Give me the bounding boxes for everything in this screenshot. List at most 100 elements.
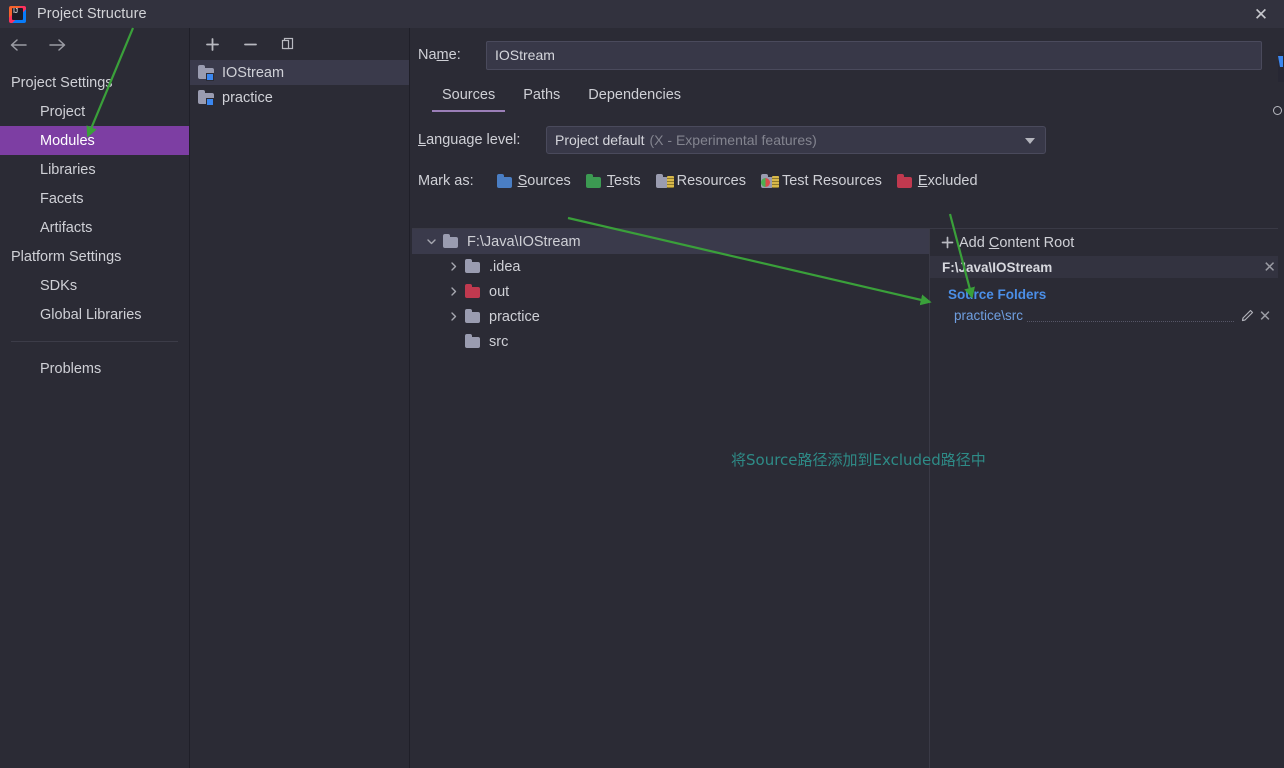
- tree-row[interactable]: .idea: [412, 254, 929, 279]
- tree-row-label: F:\Java\IOStream: [467, 233, 581, 250]
- content-roots-panel: Add Content Root F:\Java\IOStream close-…: [930, 228, 1284, 768]
- sidebar-item-sdks[interactable]: SDKs: [0, 271, 189, 300]
- pencil-icon[interactable]: [1238, 309, 1256, 322]
- sidebar-group-project-settings: Project Settings: [0, 68, 189, 97]
- arrow-right-icon[interactable]: [46, 34, 68, 56]
- chevron-right-icon[interactable]: [442, 261, 464, 272]
- sidebar-item-label: Artifacts: [40, 219, 93, 236]
- background-circle-icon: [1273, 106, 1282, 115]
- tab-label: Dependencies: [588, 87, 682, 103]
- sidebar-item-global-libraries[interactable]: Global Libraries: [0, 300, 189, 329]
- language-level-hint: (X - Experimental features): [649, 132, 817, 148]
- mark-as-test-resources-button[interactable]: Test Resources: [760, 173, 882, 189]
- mark-as-sources-button[interactable]: Sources: [496, 173, 571, 189]
- folder-icon: [464, 259, 483, 274]
- source-folder-path: practice\src: [954, 308, 1024, 323]
- content-root-path: F:\Java\IOStream: [942, 259, 1053, 275]
- sidebar-item-artifacts[interactable]: Artifacts: [0, 213, 189, 242]
- mark-as-excluded-button[interactable]: Excluded: [896, 173, 978, 189]
- window-title: Project Structure: [37, 6, 147, 22]
- title-bar: Project Structure ✕: [0, 0, 1284, 28]
- module-folder-icon: [198, 65, 215, 81]
- tree-row-label: src: [489, 333, 509, 350]
- sidebar-item-label: SDKs: [40, 277, 78, 294]
- add-content-root-label: Add Content Root: [959, 234, 1075, 251]
- sidebar-item-label: Global Libraries: [40, 306, 142, 323]
- add-content-root-button[interactable]: Add Content Root: [930, 229, 1284, 256]
- tree-row[interactable]: practice: [412, 304, 929, 329]
- modules-toolbar: [190, 28, 409, 60]
- module-tabs: Sources Paths Dependencies: [410, 77, 1284, 112]
- language-level-row: Language level: Project default (X - Exp…: [410, 120, 1284, 160]
- mark-option-label: Tests: [606, 173, 641, 189]
- chevron-down-icon[interactable]: [420, 236, 442, 247]
- module-label: IOStream: [222, 64, 285, 81]
- remove-source-folder-button[interactable]: ✕: [1256, 307, 1274, 325]
- module-name-row: Name:: [410, 33, 1284, 77]
- chevron-right-icon[interactable]: [442, 311, 464, 322]
- name-label: Name:: [418, 47, 461, 63]
- sidebar-item-label: Project: [40, 103, 86, 120]
- tab-dependencies[interactable]: Dependencies: [574, 80, 695, 110]
- content-tree: F:\Java\IOStream .idea out practice src: [412, 228, 930, 768]
- intellij-idea-logo-icon: [9, 5, 26, 23]
- settings-sidebar: Project Settings Project Modules Librari…: [0, 28, 190, 768]
- folder-icon: [464, 334, 483, 349]
- source-folders-header: Source Folders: [948, 287, 1047, 302]
- tab-label: Paths: [523, 87, 561, 103]
- folder-blue-icon: [496, 173, 515, 189]
- mark-as-label: Mark as:: [418, 173, 474, 189]
- arrow-left-icon[interactable]: [8, 34, 30, 56]
- background-window-edge: [1278, 28, 1284, 768]
- source-folder-row[interactable]: practice\src ✕: [930, 304, 1284, 327]
- mark-option-label: Sources: [517, 173, 571, 189]
- mark-option-label: Excluded: [917, 173, 978, 189]
- project-structure-dialog: Project Structure ✕ Project Settings Pro…: [0, 0, 1284, 768]
- tree-row[interactable]: F:\Java\IOStream: [412, 229, 929, 254]
- modules-list-panel: IOStream practice: [190, 28, 410, 768]
- sidebar-item-libraries[interactable]: Libraries: [0, 155, 189, 184]
- add-module-button[interactable]: [202, 34, 222, 54]
- tree-row[interactable]: out: [412, 279, 929, 304]
- mark-option-label: Resources: [676, 173, 746, 189]
- module-editor-panel: Name: Sources Paths Dependencies Languag…: [410, 28, 1284, 768]
- sidebar-item-modules[interactable]: Modules: [0, 126, 189, 155]
- mark-as-tests-button[interactable]: Tests: [585, 173, 641, 189]
- tree-row-label: .idea: [489, 258, 521, 275]
- tree-row[interactable]: src: [412, 329, 929, 354]
- sidebar-item-project[interactable]: Project: [0, 97, 189, 126]
- module-list-item[interactable]: practice: [190, 85, 409, 110]
- sidebar-items: Project Settings Project Modules Librari…: [0, 62, 189, 383]
- sidebar-item-problems[interactable]: Problems: [0, 354, 189, 383]
- remove-content-root-button[interactable]: ✕: [1263, 258, 1276, 276]
- folder-red-icon: [464, 284, 483, 299]
- folder-icon: [442, 234, 461, 249]
- folder-icon: [464, 309, 483, 324]
- module-name-input[interactable]: [486, 40, 1262, 70]
- module-list-item[interactable]: IOStream: [190, 60, 409, 85]
- mark-as-resources-button[interactable]: Resources: [655, 173, 746, 189]
- folder-test-resources-icon: [760, 173, 779, 189]
- copy-module-button[interactable]: [278, 34, 298, 54]
- sidebar-item-facets[interactable]: Facets: [0, 184, 189, 213]
- language-level-value: Project default: [555, 132, 645, 148]
- language-level-select[interactable]: Project default (X - Experimental featur…: [546, 126, 1046, 154]
- annotation-note: 将Source路径添加到Excluded路径中: [731, 451, 986, 469]
- module-label: practice: [222, 89, 273, 106]
- sidebar-divider: [11, 341, 178, 342]
- sidebar-item-label: Libraries: [40, 161, 96, 178]
- tab-sources[interactable]: Sources: [428, 80, 509, 112]
- tab-label: Sources: [442, 87, 496, 103]
- remove-module-button[interactable]: [240, 34, 260, 54]
- tree-row-label: out: [489, 283, 510, 300]
- folder-resources-icon: [655, 173, 674, 189]
- mark-as-row: Mark as: Sources Tests Resources Test Re…: [410, 167, 1284, 195]
- chevron-right-icon[interactable]: [442, 286, 464, 297]
- language-level-label: Language level:: [418, 132, 521, 148]
- tab-paths[interactable]: Paths: [509, 80, 574, 110]
- sidebar-item-label: Facets: [40, 190, 84, 207]
- close-icon[interactable]: ✕: [1238, 0, 1284, 28]
- sidebar-nav-arrows: [0, 28, 189, 62]
- sidebar-group-label: Project Settings: [11, 74, 113, 91]
- sidebar-group-platform-settings: Platform Settings: [0, 242, 189, 271]
